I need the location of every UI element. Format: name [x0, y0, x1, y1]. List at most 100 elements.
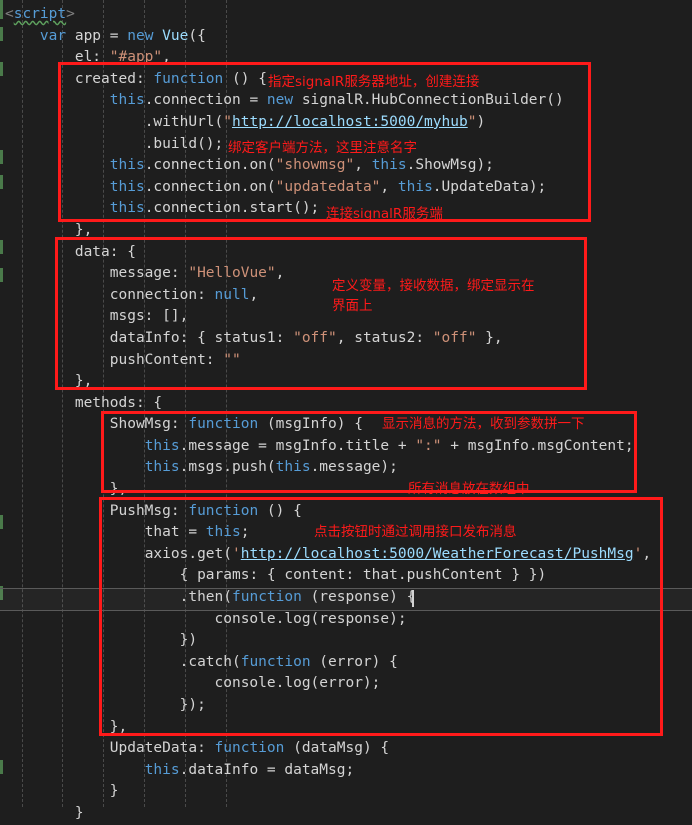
code-token: <	[5, 6, 14, 22]
code-token: Vue	[162, 27, 189, 44]
code-token: dataInfo: { status1:	[109, 329, 294, 346]
code-token: .ShowMsg);	[406, 157, 494, 174]
code-line[interactable]: .catch(function (error) {	[0, 652, 692, 674]
code-line[interactable]: }	[0, 803, 692, 825]
code-token: function	[214, 740, 294, 757]
code-token: function	[188, 416, 267, 433]
code-token: ,	[642, 545, 652, 562]
code-line[interactable]: dataInfo: { status1: "off", status2: "of…	[0, 328, 692, 350]
code-token: this	[109, 178, 145, 195]
code-token: + msgInfo.msgContent;	[441, 437, 634, 454]
code-line[interactable]: { params: { content: that.pushContent } …	[0, 565, 692, 587]
code-line[interactable]: this.msgs.push(this.message);	[0, 457, 692, 479]
code-link[interactable]: http://localhost:5000/WeatherForecast/Pu…	[241, 546, 634, 562]
code-token: },	[476, 329, 503, 346]
code-line[interactable]: el: "#app",	[0, 47, 692, 69]
code-token: })	[179, 632, 198, 649]
code-token: .message = msgInfo.title +	[179, 437, 416, 454]
code-token: ShowMsg:	[109, 416, 189, 433]
annotation-bind-client-method: 绑定客户端方法，这里注意名字	[228, 140, 417, 156]
code-token: .connection =	[144, 92, 267, 109]
code-token: '	[633, 545, 643, 562]
code-token: "off"	[432, 329, 477, 346]
code-line[interactable]: .withUrl("http://localhost:5000/myhub")	[0, 112, 692, 134]
code-line[interactable]: this.connection.on("updatedata", this.Up…	[0, 177, 692, 199]
annotation-connect-server: 连接signalR服务端	[326, 206, 443, 222]
code-line[interactable]: var app = new Vue({	[0, 26, 692, 48]
code-token: .dataInfo = dataMsg;	[179, 761, 355, 778]
code-token: "updatedata"	[275, 178, 381, 195]
code-line[interactable]: <script>	[0, 4, 692, 26]
code-token: }	[109, 783, 119, 800]
code-token: this	[371, 157, 407, 174]
code-token: function	[153, 70, 232, 87]
code-token: .message);	[310, 459, 398, 476]
code-token: app	[74, 27, 110, 44]
code-token: ":"	[415, 437, 442, 454]
code-token: "off"	[293, 329, 337, 346]
code-token: pushContent:	[109, 351, 224, 368]
code-token: "HelloVue"	[188, 265, 276, 282]
code-token: methods: {	[74, 394, 163, 411]
code-token: that =	[144, 524, 206, 541]
code-token: (response) {	[310, 589, 416, 606]
code-token: ,	[275, 265, 285, 282]
code-token: function	[188, 502, 267, 519]
code-token: ""	[223, 351, 241, 368]
code-line[interactable]: this.connection.on("showmsg", this.ShowM…	[0, 155, 692, 177]
code-token: this	[144, 459, 180, 476]
code-line[interactable]: data: {	[0, 242, 692, 264]
code-token: =	[109, 27, 128, 44]
code-token: data: {	[74, 243, 136, 260]
code-token: .then(	[179, 589, 232, 606]
annotation-created-block: 指定signalR服务器地址，创建连接	[268, 74, 480, 90]
code-token: .build();	[144, 135, 224, 152]
code-line[interactable]: console.log(error);	[0, 673, 692, 695]
code-line[interactable]: pushContent: ""	[0, 350, 692, 372]
code-token: .connection.start();	[144, 200, 320, 217]
code-token: PushMsg:	[109, 502, 189, 519]
code-token: (msgInfo) {	[266, 416, 363, 433]
code-line[interactable]: UpdateData: function (dataMsg) {	[0, 738, 692, 760]
code-token: },	[74, 221, 93, 238]
code-line[interactable]: .then(function (response) {	[0, 587, 692, 609]
code-link[interactable]: http://localhost:5000/myhub	[232, 114, 468, 130]
code-editor[interactable]: <script> var app = new Vue({ el: "#app",…	[0, 0, 692, 821]
code-token: console.log(error);	[214, 675, 381, 692]
code-token: .catch(	[179, 653, 241, 670]
code-token: this	[275, 459, 311, 476]
code-line[interactable]: methods: {	[0, 393, 692, 415]
code-token: connection:	[109, 286, 215, 303]
code-line[interactable]: },	[0, 371, 692, 393]
code-token: null	[214, 286, 250, 303]
code-token: this	[144, 761, 180, 778]
code-token: signalR.HubConnectionBuilder()	[301, 92, 564, 109]
code-token: >	[66, 6, 75, 22]
code-token: .connection.on(	[144, 157, 276, 174]
code-token: el:	[74, 49, 110, 66]
code-token: created:	[74, 70, 154, 87]
source-code[interactable]: <script> var app = new Vue({ el: "#app",…	[0, 0, 692, 825]
code-line[interactable]: ShowMsg: function (msgInfo) {	[0, 414, 692, 436]
code-line[interactable]: this.connection = new signalR.HubConnect…	[0, 90, 692, 112]
code-token: this	[109, 200, 145, 217]
code-token: msgs: [],	[109, 308, 189, 325]
code-line[interactable]: },	[0, 717, 692, 739]
code-token: ,	[354, 157, 372, 174]
code-line[interactable]: }	[0, 781, 692, 803]
code-line[interactable]: },	[0, 479, 692, 501]
code-line[interactable]: this.dataInfo = dataMsg;	[0, 760, 692, 782]
code-line[interactable]: console.log(response);	[0, 609, 692, 631]
code-token: this	[397, 178, 433, 195]
code-token: ;	[240, 524, 250, 541]
code-line[interactable]: });	[0, 695, 692, 717]
code-line[interactable]: PushMsg: function () {	[0, 501, 692, 523]
code-line[interactable]: this.message = msgInfo.title + ":" + msg…	[0, 436, 692, 458]
code-line[interactable]: })	[0, 630, 692, 652]
code-token: )	[476, 113, 486, 130]
annotation-msgs-array: 所有消息放在数组中	[408, 481, 530, 497]
code-token: () {	[232, 70, 267, 87]
code-line[interactable]: axios.get('http://localhost:5000/Weather…	[0, 544, 692, 566]
code-token: () {	[266, 502, 302, 519]
code-token: function	[240, 653, 320, 670]
